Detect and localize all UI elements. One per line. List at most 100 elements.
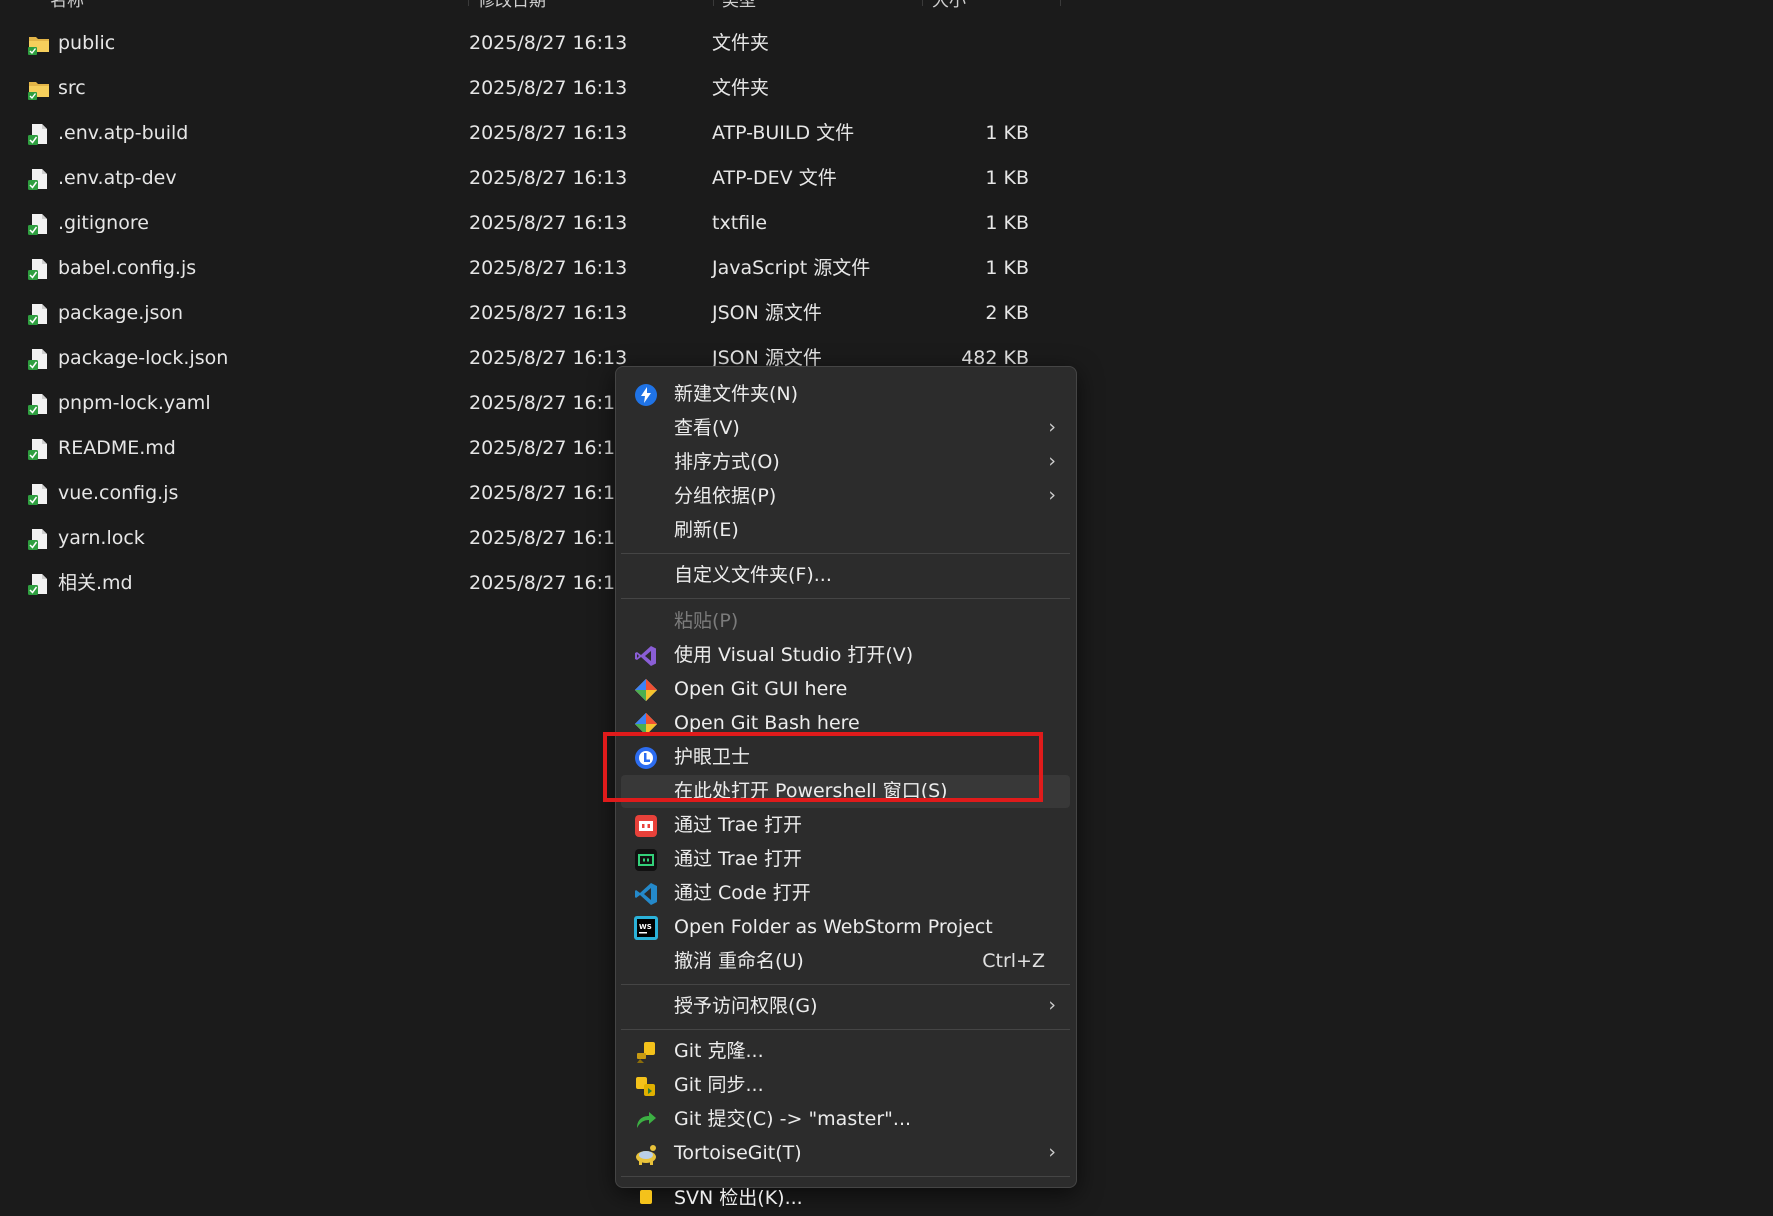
file-size: 1 KB <box>985 167 1029 189</box>
file-date: 2025/8/27 16:13 <box>469 167 628 189</box>
menu-item-open-webstorm[interactable]: WS Open Folder as WebStorm Project <box>621 911 1070 944</box>
file-icon <box>28 303 50 325</box>
visual-studio-icon <box>634 644 658 668</box>
file-type: 文件夹 <box>712 77 770 99</box>
file-type: JSON 源文件 <box>712 302 822 324</box>
file-type: JavaScript 源文件 <box>712 257 871 279</box>
file-row[interactable]: package.json 2025/8/27 16:13 JSON 源文件 2 KB <box>0 292 1045 335</box>
file-date: 2025/8/27 16:13 <box>469 572 628 594</box>
menu-item-sort[interactable]: 排序方式(O) › <box>621 446 1070 479</box>
file-size: 1 KB <box>985 212 1029 234</box>
column-modified[interactable]: 修改日期 <box>478 0 546 20</box>
menu-item-eye-guard[interactable]: 护眼卫士 <box>621 741 1070 774</box>
file-row[interactable]: public 2025/8/27 16:13 文件夹 <box>0 22 1045 65</box>
file-name: pnpm-lock.yaml <box>58 392 211 414</box>
column-size[interactable]: 大小 <box>932 0 966 20</box>
menu-item-customize-folder[interactable]: 自定义文件夹(F)... <box>621 559 1070 592</box>
file-icon <box>28 393 50 415</box>
file-date: 2025/8/27 16:13 <box>469 437 628 459</box>
file-size: 2 KB <box>985 302 1029 324</box>
eye-guard-icon <box>634 746 658 770</box>
file-row[interactable]: .env.atp-build 2025/8/27 16:13 ATP-BUILD 文… <box>0 112 1045 155</box>
menu-item-open-trae-cn[interactable]: 通过 Trae 打开 <box>621 809 1070 842</box>
trae-cn-icon <box>634 814 658 838</box>
menu-item-open-trae[interactable]: 通过 Trae 打开 <box>621 843 1070 876</box>
git-sync-icon <box>634 1074 658 1098</box>
file-size: 1 KB <box>985 257 1029 279</box>
file-date: 2025/8/27 16:13 <box>469 32 628 54</box>
chevron-right-icon: › <box>1048 450 1056 472</box>
file-name: .env.atp-dev <box>58 167 177 189</box>
tortoisegit-icon <box>634 1142 658 1166</box>
menu-item-git-gui[interactable]: Open Git GUI here <box>621 673 1070 706</box>
file-name: package-lock.json <box>58 347 229 369</box>
menu-item-git-clone[interactable]: Git 克隆... <box>621 1035 1070 1068</box>
shortcut-label: Ctrl+Z <box>982 950 1045 972</box>
folder-icon <box>28 78 50 100</box>
file-name: .env.atp-build <box>58 122 189 144</box>
menu-item-undo-rename[interactable]: 撤消 重命名(U) Ctrl+Z <box>621 945 1070 978</box>
file-name: yarn.lock <box>58 527 145 549</box>
chevron-right-icon: › <box>1048 484 1056 506</box>
file-name: 相关.md <box>58 572 133 594</box>
menu-item-grant-access[interactable]: 授予访问权限(G) › <box>621 990 1070 1023</box>
file-row[interactable]: src 2025/8/27 16:13 文件夹 <box>0 67 1045 110</box>
git-clone-icon <box>634 1040 658 1064</box>
file-type: ATP-BUILD 文件 <box>712 122 855 144</box>
file-name: package.json <box>58 302 184 324</box>
file-date: 2025/8/27 16:13 <box>469 257 628 279</box>
file-type: 文件夹 <box>712 32 770 54</box>
menu-item-new-folder[interactable]: 新建文件夹(N) <box>621 378 1070 411</box>
menu-item-tortoisegit[interactable]: TortoiseGit(T) › <box>621 1137 1070 1170</box>
file-icon <box>28 438 50 460</box>
file-name: .gitignore <box>58 212 149 234</box>
chevron-right-icon: › <box>1048 416 1056 438</box>
menu-item-git-sync[interactable]: Git 同步... <box>621 1069 1070 1102</box>
menu-item-git-commit[interactable]: Git 提交(C) -> "master"... <box>621 1103 1070 1136</box>
file-icon <box>28 213 50 235</box>
git-commit-arrow-icon <box>634 1108 658 1132</box>
column-name[interactable]: 名称 <box>50 0 84 20</box>
column-type[interactable]: 类型 <box>722 0 756 20</box>
git-icon <box>634 678 658 702</box>
column-divider[interactable] <box>1060 0 1061 6</box>
file-name: src <box>58 77 86 99</box>
file-date: 2025/8/27 16:13 <box>469 482 628 504</box>
file-type: txtfile <box>712 212 768 234</box>
file-name: babel.config.js <box>58 257 197 279</box>
trae-icon <box>634 848 658 872</box>
file-size: 1 KB <box>985 122 1029 144</box>
menu-item-group[interactable]: 分组依据(P) › <box>621 480 1070 513</box>
menu-item-refresh[interactable]: 刷新(E) <box>621 514 1070 547</box>
menu-item-svn-checkout[interactable]: SVN 检出(K)... <box>621 1182 1070 1215</box>
file-icon <box>28 258 50 280</box>
file-date: 2025/8/27 16:13 <box>469 212 628 234</box>
git-icon <box>634 712 658 736</box>
menu-item-open-code[interactable]: 通过 Code 打开 <box>621 877 1070 910</box>
menu-separator <box>621 598 1070 599</box>
context-menu: 新建文件夹(N) 查看(V) › 排序方式(O) › 分组依据(P) › 刷新(… <box>615 366 1077 1209</box>
folder-icon <box>28 33 50 55</box>
file-row[interactable]: babel.config.js 2025/8/27 16:13 JavaScript… <box>0 247 1045 290</box>
file-type: ATP-DEV 文件 <box>712 167 837 189</box>
webstorm-icon: WS <box>634 916 658 940</box>
svn-icon <box>634 1187 658 1211</box>
menu-item-view[interactable]: 查看(V) › <box>621 412 1070 445</box>
menu-item-open-visual-studio[interactable]: 使用 Visual Studio 打开(V) <box>621 639 1070 672</box>
file-icon <box>28 168 50 190</box>
file-name: README.md <box>58 437 176 459</box>
menu-item-git-bash[interactable]: Open Git Bash here <box>621 707 1070 740</box>
file-icon <box>28 573 50 595</box>
file-row[interactable]: .gitignore 2025/8/27 16:13 txtfile 1 KB <box>0 202 1045 245</box>
menu-item-paste[interactable]: 粘贴(P) <box>621 605 1070 638</box>
column-divider[interactable] <box>713 0 714 6</box>
menu-separator <box>621 553 1070 554</box>
file-name: vue.config.js <box>58 482 179 504</box>
file-date: 2025/8/27 16:13 <box>469 77 628 99</box>
file-row[interactable]: .env.atp-dev 2025/8/27 16:13 ATP-DEV 文件 1 K… <box>0 157 1045 200</box>
column-divider[interactable] <box>468 0 469 6</box>
svg-text:WS: WS <box>639 923 652 931</box>
column-divider[interactable] <box>922 0 923 6</box>
menu-separator <box>621 1176 1070 1177</box>
menu-item-open-powershell[interactable]: 在此处打开 Powershell 窗口(S) <box>621 775 1070 808</box>
